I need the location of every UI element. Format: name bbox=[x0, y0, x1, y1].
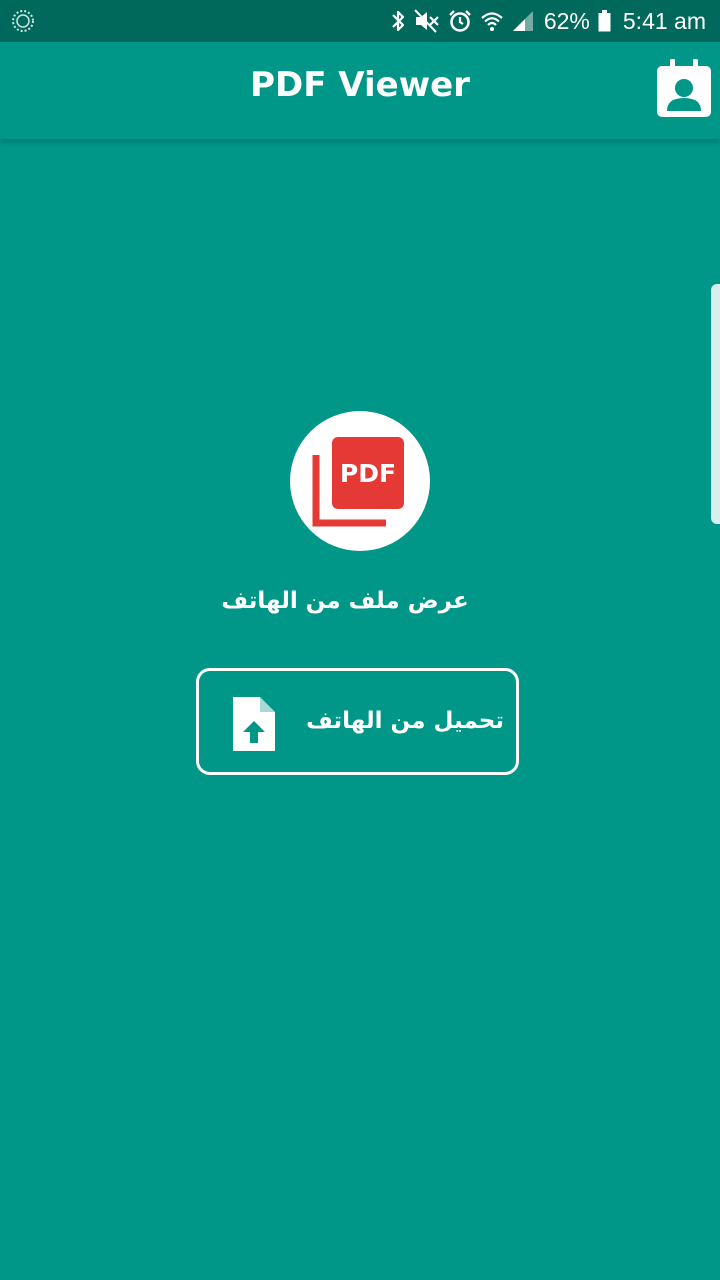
contact-card-button[interactable] bbox=[656, 58, 712, 118]
app-title: PDF Viewer bbox=[250, 65, 470, 105]
signal-icon bbox=[512, 9, 534, 33]
edge-panel-handle[interactable] bbox=[711, 284, 720, 524]
app-bar: PDF Viewer bbox=[0, 42, 720, 139]
svg-text:PDF: PDF bbox=[340, 459, 396, 488]
pdf-logo: PDF bbox=[290, 411, 430, 551]
wifi-icon bbox=[480, 9, 504, 33]
mute-icon bbox=[414, 9, 440, 33]
contact-card-icon bbox=[657, 59, 711, 117]
notification-ring-icon bbox=[10, 8, 36, 34]
status-icons: 62% 5:41 am bbox=[390, 0, 706, 42]
alarm-icon bbox=[448, 9, 472, 33]
screen: 62% 5:41 am PDF Viewer PDF عرض ملف من ال… bbox=[0, 0, 720, 1280]
battery-icon bbox=[598, 10, 611, 32]
upload-button-label: تحميل من الهاتف bbox=[306, 708, 504, 734]
view-file-caption: عرض ملف من الهاتف bbox=[221, 588, 469, 614]
battery-percent: 62% bbox=[543, 7, 590, 34]
file-upload-icon bbox=[229, 695, 279, 753]
clock-time: 5:41 am bbox=[622, 7, 706, 34]
bluetooth-icon bbox=[390, 9, 406, 33]
status-bar: 62% 5:41 am bbox=[0, 0, 720, 42]
pdf-logo-text: PDF bbox=[340, 459, 396, 488]
upload-from-phone-button[interactable]: تحميل من الهاتف bbox=[196, 668, 519, 775]
